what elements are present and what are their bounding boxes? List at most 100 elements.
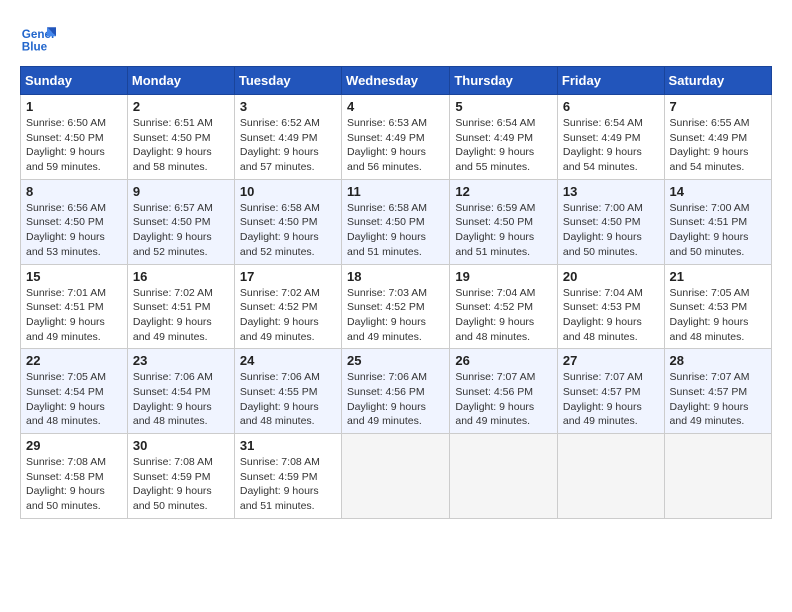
day-info: Sunrise: 7:08 AMSunset: 4:59 PMDaylight:… (133, 455, 229, 514)
day-number: 4 (347, 99, 444, 114)
calendar-cell: 22 Sunrise: 7:05 AMSunset: 4:54 PMDaylig… (21, 349, 128, 434)
header-day-tuesday: Tuesday (234, 67, 341, 95)
day-number: 29 (26, 438, 122, 453)
day-info: Sunrise: 7:06 AMSunset: 4:54 PMDaylight:… (133, 370, 229, 429)
calendar-cell: 27 Sunrise: 7:07 AMSunset: 4:57 PMDaylig… (557, 349, 664, 434)
calendar-cell: 7 Sunrise: 6:55 AMSunset: 4:49 PMDayligh… (664, 95, 771, 180)
day-number: 13 (563, 184, 659, 199)
day-info: Sunrise: 7:02 AMSunset: 4:52 PMDaylight:… (240, 286, 336, 345)
calendar-cell: 3 Sunrise: 6:52 AMSunset: 4:49 PMDayligh… (234, 95, 341, 180)
header-day-monday: Monday (127, 67, 234, 95)
day-number: 23 (133, 353, 229, 368)
calendar-cell: 9 Sunrise: 6:57 AMSunset: 4:50 PMDayligh… (127, 179, 234, 264)
logo-icon: General Blue (20, 20, 56, 56)
calendar-cell: 19 Sunrise: 7:04 AMSunset: 4:52 PMDaylig… (450, 264, 558, 349)
svg-text:Blue: Blue (22, 41, 48, 54)
day-number: 10 (240, 184, 336, 199)
calendar-cell: 10 Sunrise: 6:58 AMSunset: 4:50 PMDaylig… (234, 179, 341, 264)
day-number: 3 (240, 99, 336, 114)
day-info: Sunrise: 7:06 AMSunset: 4:56 PMDaylight:… (347, 370, 444, 429)
day-number: 31 (240, 438, 336, 453)
day-number: 12 (455, 184, 552, 199)
calendar-cell: 16 Sunrise: 7:02 AMSunset: 4:51 PMDaylig… (127, 264, 234, 349)
day-number: 20 (563, 269, 659, 284)
day-info: Sunrise: 7:03 AMSunset: 4:52 PMDaylight:… (347, 286, 444, 345)
header-row: SundayMondayTuesdayWednesdayThursdayFrid… (21, 67, 772, 95)
header-day-thursday: Thursday (450, 67, 558, 95)
day-info: Sunrise: 7:07 AMSunset: 4:56 PMDaylight:… (455, 370, 552, 429)
day-info: Sunrise: 6:58 AMSunset: 4:50 PMDaylight:… (347, 201, 444, 260)
day-number: 25 (347, 353, 444, 368)
day-info: Sunrise: 7:01 AMSunset: 4:51 PMDaylight:… (26, 286, 122, 345)
calendar-cell: 11 Sunrise: 6:58 AMSunset: 4:50 PMDaylig… (342, 179, 450, 264)
day-number: 9 (133, 184, 229, 199)
day-number: 6 (563, 99, 659, 114)
calendar-cell: 31 Sunrise: 7:08 AMSunset: 4:59 PMDaylig… (234, 434, 341, 519)
day-info: Sunrise: 7:07 AMSunset: 4:57 PMDaylight:… (563, 370, 659, 429)
calendar-cell: 6 Sunrise: 6:54 AMSunset: 4:49 PMDayligh… (557, 95, 664, 180)
day-info: Sunrise: 6:56 AMSunset: 4:50 PMDaylight:… (26, 201, 122, 260)
calendar-cell: 5 Sunrise: 6:54 AMSunset: 4:49 PMDayligh… (450, 95, 558, 180)
day-info: Sunrise: 7:08 AMSunset: 4:59 PMDaylight:… (240, 455, 336, 514)
day-number: 19 (455, 269, 552, 284)
day-number: 16 (133, 269, 229, 284)
header-day-sunday: Sunday (21, 67, 128, 95)
logo: General Blue (20, 20, 56, 56)
day-info: Sunrise: 7:05 AMSunset: 4:54 PMDaylight:… (26, 370, 122, 429)
day-info: Sunrise: 7:02 AMSunset: 4:51 PMDaylight:… (133, 286, 229, 345)
day-info: Sunrise: 7:06 AMSunset: 4:55 PMDaylight:… (240, 370, 336, 429)
week-row-3: 15 Sunrise: 7:01 AMSunset: 4:51 PMDaylig… (21, 264, 772, 349)
day-number: 28 (670, 353, 766, 368)
day-number: 11 (347, 184, 444, 199)
day-info: Sunrise: 7:00 AMSunset: 4:51 PMDaylight:… (670, 201, 766, 260)
day-info: Sunrise: 6:55 AMSunset: 4:49 PMDaylight:… (670, 116, 766, 175)
day-number: 2 (133, 99, 229, 114)
calendar-cell: 2 Sunrise: 6:51 AMSunset: 4:50 PMDayligh… (127, 95, 234, 180)
calendar-cell: 21 Sunrise: 7:05 AMSunset: 4:53 PMDaylig… (664, 264, 771, 349)
day-info: Sunrise: 7:04 AMSunset: 4:53 PMDaylight:… (563, 286, 659, 345)
day-number: 27 (563, 353, 659, 368)
day-info: Sunrise: 6:54 AMSunset: 4:49 PMDaylight:… (563, 116, 659, 175)
day-number: 18 (347, 269, 444, 284)
header-day-friday: Friday (557, 67, 664, 95)
calendar-cell: 12 Sunrise: 6:59 AMSunset: 4:50 PMDaylig… (450, 179, 558, 264)
day-number: 17 (240, 269, 336, 284)
calendar-cell: 29 Sunrise: 7:08 AMSunset: 4:58 PMDaylig… (21, 434, 128, 519)
day-info: Sunrise: 7:08 AMSunset: 4:58 PMDaylight:… (26, 455, 122, 514)
day-number: 5 (455, 99, 552, 114)
calendar-cell: 25 Sunrise: 7:06 AMSunset: 4:56 PMDaylig… (342, 349, 450, 434)
day-info: Sunrise: 6:52 AMSunset: 4:49 PMDaylight:… (240, 116, 336, 175)
calendar-cell: 18 Sunrise: 7:03 AMSunset: 4:52 PMDaylig… (342, 264, 450, 349)
calendar-cell: 28 Sunrise: 7:07 AMSunset: 4:57 PMDaylig… (664, 349, 771, 434)
day-info: Sunrise: 7:04 AMSunset: 4:52 PMDaylight:… (455, 286, 552, 345)
header-day-wednesday: Wednesday (342, 67, 450, 95)
week-row-2: 8 Sunrise: 6:56 AMSunset: 4:50 PMDayligh… (21, 179, 772, 264)
day-info: Sunrise: 6:57 AMSunset: 4:50 PMDaylight:… (133, 201, 229, 260)
calendar-cell: 20 Sunrise: 7:04 AMSunset: 4:53 PMDaylig… (557, 264, 664, 349)
day-number: 8 (26, 184, 122, 199)
day-number: 24 (240, 353, 336, 368)
calendar-cell: 23 Sunrise: 7:06 AMSunset: 4:54 PMDaylig… (127, 349, 234, 434)
day-info: Sunrise: 6:58 AMSunset: 4:50 PMDaylight:… (240, 201, 336, 260)
calendar-cell: 14 Sunrise: 7:00 AMSunset: 4:51 PMDaylig… (664, 179, 771, 264)
day-number: 15 (26, 269, 122, 284)
calendar-cell: 26 Sunrise: 7:07 AMSunset: 4:56 PMDaylig… (450, 349, 558, 434)
calendar-cell: 17 Sunrise: 7:02 AMSunset: 4:52 PMDaylig… (234, 264, 341, 349)
calendar-cell: 8 Sunrise: 6:56 AMSunset: 4:50 PMDayligh… (21, 179, 128, 264)
day-info: Sunrise: 7:00 AMSunset: 4:50 PMDaylight:… (563, 201, 659, 260)
day-number: 22 (26, 353, 122, 368)
day-info: Sunrise: 6:54 AMSunset: 4:49 PMDaylight:… (455, 116, 552, 175)
day-info: Sunrise: 7:07 AMSunset: 4:57 PMDaylight:… (670, 370, 766, 429)
day-number: 26 (455, 353, 552, 368)
day-info: Sunrise: 6:50 AMSunset: 4:50 PMDaylight:… (26, 116, 122, 175)
day-info: Sunrise: 6:59 AMSunset: 4:50 PMDaylight:… (455, 201, 552, 260)
week-row-5: 29 Sunrise: 7:08 AMSunset: 4:58 PMDaylig… (21, 434, 772, 519)
header: General Blue (20, 20, 772, 56)
day-info: Sunrise: 7:05 AMSunset: 4:53 PMDaylight:… (670, 286, 766, 345)
day-number: 7 (670, 99, 766, 114)
calendar-table: SundayMondayTuesdayWednesdayThursdayFrid… (20, 66, 772, 519)
day-number: 30 (133, 438, 229, 453)
calendar-cell: 30 Sunrise: 7:08 AMSunset: 4:59 PMDaylig… (127, 434, 234, 519)
week-row-1: 1 Sunrise: 6:50 AMSunset: 4:50 PMDayligh… (21, 95, 772, 180)
calendar-cell: 15 Sunrise: 7:01 AMSunset: 4:51 PMDaylig… (21, 264, 128, 349)
